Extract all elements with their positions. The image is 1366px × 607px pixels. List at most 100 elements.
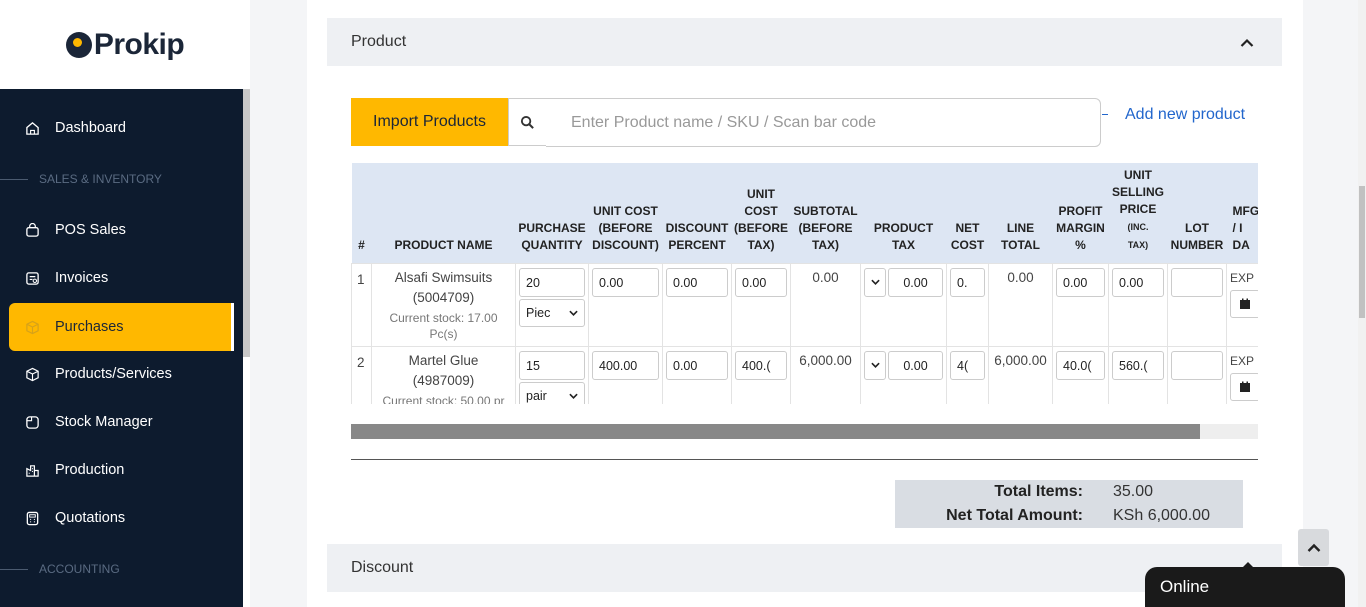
cube-icon (24, 366, 40, 382)
net-total-label: Net Total Amount: (946, 507, 1083, 524)
product-search-input[interactable] (546, 98, 1101, 147)
col-header-net-cost: NET COST (950, 220, 985, 252)
calculator-icon (24, 510, 40, 526)
sidebar-item-label: POS Sales (55, 222, 126, 238)
exp-label: EXP (1230, 270, 1255, 285)
tax-input[interactable]: 0.00 (888, 350, 943, 380)
col-header-unit-cost-before-discount: UNIT COST (BEFORE DISCOUNT) (592, 203, 659, 252)
sidebar-item-dashboard[interactable]: Dashboard (0, 104, 243, 152)
chevron-up-icon (1307, 543, 1320, 552)
net-total-value: KSh 6,000.00 (1113, 507, 1210, 524)
discount-panel-header[interactable]: Discount (327, 544, 1282, 592)
sidebar-item-quotations[interactable]: Quotations (0, 494, 243, 542)
current-stock: Current stock: 50.00 pr (382, 393, 505, 405)
sidebar: Prokip Dashboard SALES & INVENTORY POS S… (0, 0, 250, 607)
discount-input[interactable]: 0.00 (666, 267, 728, 297)
lot-number-input[interactable] (1171, 350, 1223, 380)
profit-margin-input[interactable]: 40.0( (1056, 350, 1105, 380)
sidebar-item-label: Quotations (55, 510, 126, 526)
current-stock: Current stock: 17.00 Pc(s) (389, 310, 498, 341)
discount-cell: 0.00 (662, 262, 732, 347)
selling-price-input[interactable]: 0.00 (1112, 267, 1164, 297)
quantity-cell: 20 Piec (515, 262, 589, 347)
section-divider (0, 568, 28, 570)
sidebar-section-label: ACCOUNTING (39, 562, 120, 576)
product-name: Alsafi Swimsuits (394, 269, 493, 285)
sidebar-item-label: Stock Manager (55, 414, 153, 430)
quantity-input[interactable]: 20 (519, 267, 585, 297)
factory-icon (24, 462, 40, 478)
panel-title: Product (351, 33, 407, 50)
search-icon (508, 98, 547, 146)
line-total-cell: 0.00 (988, 262, 1053, 347)
cost-before-tax-input[interactable]: 0.00 (735, 267, 787, 297)
mfg-date-cell: EXP (1226, 345, 1258, 404)
section-divider (351, 459, 1258, 460)
calendar-icon[interactable] (1230, 289, 1258, 318)
add-new-product-link[interactable]: Add new product (1125, 106, 1245, 124)
product-name: Martel Glue (408, 352, 479, 368)
quantity-input[interactable]: 15 (519, 350, 585, 380)
purchase-card: Product Import Products Add new product … (307, 0, 1303, 607)
subtotal-value: 0.00 (812, 269, 839, 285)
col-header-discount-percent: DISCOUNT PERCENT (665, 220, 729, 252)
tax-select[interactable] (864, 350, 886, 380)
row-number: 2 (351, 345, 372, 404)
chevron-up-icon[interactable] (1240, 35, 1254, 53)
col-header-purchase-quantity: PURCHASE QUANTITY (518, 220, 586, 252)
selling-price-cell: 560.( (1108, 345, 1168, 404)
product-name-cell: Martel Glue (4987009) Current stock: 50.00… (371, 345, 516, 405)
mfg-date-cell: EXP (1226, 262, 1258, 347)
cost-before-tax-input[interactable]: 400.( (735, 350, 787, 380)
unit-cost-input[interactable]: 0.00 (592, 267, 659, 297)
sidebar-item-invoices[interactable]: Invoices (0, 254, 243, 302)
unit-cost-input[interactable]: 400.00 (592, 350, 659, 380)
chat-widget[interactable]: Online (1145, 562, 1345, 607)
chevron-down-icon (569, 310, 578, 316)
main-content: Product Import Products Add new product … (250, 0, 1366, 607)
brand-name: Prokip (93, 27, 185, 61)
sidebar-section-accounting: ACCOUNTING (0, 559, 243, 579)
tax-select[interactable] (864, 267, 886, 297)
prokip-logo[interactable]: Prokip (65, 27, 185, 62)
subtotal-value: 6,000.00 (799, 352, 852, 368)
scroll-to-top-button[interactable] (1298, 529, 1329, 566)
sidebar-item-label: Invoices (55, 270, 109, 286)
prokip-logo-mark (65, 31, 92, 58)
net-total-row: Net Total Amount: KSh 6,000.00 (895, 504, 1243, 528)
sidebar-item-purchases[interactable]: Purchases (9, 303, 231, 351)
unit-select[interactable]: pair (519, 381, 585, 404)
table-scrollbar-thumb[interactable] (351, 424, 1200, 439)
table-row: 1 Alsafi Swimsuits (5004709) Current stock… (351, 262, 1258, 347)
col-header-subtotal: SUBTOTAL (BEFORE TAX) (793, 203, 858, 252)
calendar-icon[interactable] (1230, 372, 1258, 401)
net-cost-input[interactable]: 4( (950, 350, 985, 380)
selling-price-cell: 0.00 (1108, 262, 1168, 347)
sidebar-scrollbar-thumb[interactable] (243, 89, 250, 357)
import-products-button[interactable]: Import Products (351, 98, 508, 146)
row-number: 1 (351, 262, 372, 347)
discount-input[interactable]: 0.00 (666, 350, 728, 380)
tax-input[interactable]: 0.00 (888, 267, 943, 297)
purchase-table: # PRODUCT NAME PURCHASE QUANTITY UNIT COS… (351, 163, 1258, 404)
col-header-product-name: PRODUCT NAME (394, 237, 493, 252)
page-scrollbar-thumb[interactable] (1359, 186, 1365, 318)
sidebar-item-pos-sales[interactable]: POS Sales (0, 206, 243, 254)
bag-icon (24, 222, 40, 238)
selling-price-input[interactable]: 560.( (1112, 350, 1164, 380)
add-divider (1102, 114, 1108, 115)
product-panel-header[interactable]: Product (327, 18, 1282, 66)
sidebar-item-production[interactable]: Production (0, 446, 243, 494)
sidebar-section-sales-inventory: SALES & INVENTORY (0, 169, 243, 189)
sidebar-item-stock-manager[interactable]: Stock Manager (0, 398, 243, 446)
unit-select[interactable]: Piec (519, 298, 585, 327)
total-items-row: Total Items: 35.00 (895, 480, 1243, 504)
net-cost-input[interactable]: 0. (950, 267, 985, 297)
logo-area: Prokip (0, 0, 250, 89)
sidebar-item-products-services[interactable]: Products/Services (0, 350, 243, 398)
profit-margin-cell: 40.0( (1052, 345, 1109, 404)
col-header-mfg-date: MFG / I DA (1232, 203, 1259, 252)
profit-margin-input[interactable]: 0.00 (1056, 267, 1105, 297)
lot-number-input[interactable] (1171, 267, 1223, 297)
product-sku: (5004709) (412, 289, 475, 305)
